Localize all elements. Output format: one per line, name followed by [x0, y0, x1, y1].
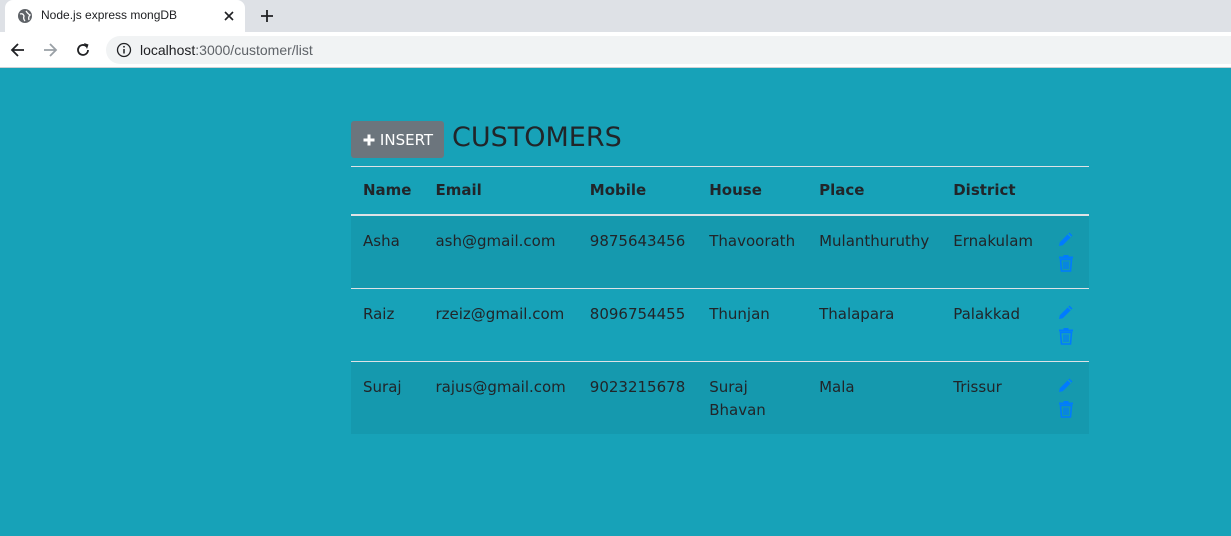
new-tab-icon[interactable] [257, 6, 277, 26]
column-header-house: House [697, 166, 808, 216]
trash-icon[interactable] [1057, 400, 1077, 420]
cell-actions [1045, 360, 1090, 434]
cell-email: rajus@gmail.com [423, 360, 578, 434]
pencil-icon[interactable] [1057, 230, 1077, 250]
cell-district: Trissur [941, 360, 1046, 434]
cell-mobile: 8096754455 [577, 287, 698, 361]
tab-title: Node.js express mongDB [41, 8, 178, 22]
info-icon[interactable] [116, 42, 132, 58]
close-icon[interactable] [221, 8, 237, 24]
cell-district: Ernakulam [941, 214, 1046, 288]
customer-table: Name Email Mobile House Place District A… [351, 166, 1090, 434]
cell-house: Suraj Bhavan [697, 360, 808, 434]
trash-icon[interactable] [1057, 327, 1077, 347]
cell-mobile: 9875643456 [577, 214, 698, 288]
url-host: localhost [140, 42, 196, 58]
insert-button[interactable]: INSERT [351, 121, 444, 158]
cell-actions [1045, 287, 1090, 361]
cell-name: Asha [351, 214, 424, 288]
url-path: :3000/customer/list [195, 42, 313, 58]
browser-toolbar: localhost:3000/customer/list [0, 32, 1231, 68]
cell-place: Mala [807, 360, 942, 434]
pencil-icon[interactable] [1057, 303, 1077, 323]
pencil-icon[interactable] [1057, 376, 1077, 396]
table-row: Suraj rajus@gmail.com 9023215678 Suraj B… [351, 360, 1090, 434]
browser-tab[interactable]: Node.js express mongDB [5, 0, 245, 32]
cell-actions [1045, 214, 1090, 288]
customer-list-panel: INSERT CUSTOMERS Name Email Mobile House… [351, 120, 1090, 434]
cell-house: Thavoorath [697, 214, 808, 288]
trash-icon[interactable] [1057, 254, 1077, 274]
address-bar[interactable]: localhost:3000/customer/list [106, 36, 1231, 64]
url-text: localhost:3000/customer/list [140, 42, 313, 58]
cell-name: Raiz [351, 287, 424, 361]
forward-arrow-icon[interactable] [40, 40, 60, 60]
table-row: Asha ash@gmail.com 9875643456 Thavoorath… [351, 214, 1090, 288]
page-title: CUSTOMERS [452, 122, 622, 153]
heading-row: INSERT CUSTOMERS [351, 120, 1052, 166]
cell-name: Suraj [351, 360, 424, 434]
cell-district: Palakkad [941, 287, 1046, 361]
column-header-actions [1045, 166, 1090, 216]
cell-place: Mulanthuruthy [807, 214, 942, 288]
plus-icon [363, 134, 375, 145]
cell-email: ash@gmail.com [423, 214, 578, 288]
table-header-row: Name Email Mobile House Place District [351, 166, 1090, 216]
globe-icon [17, 8, 33, 24]
column-header-email: Email [423, 166, 578, 216]
table-row: Raiz rzeiz@gmail.com 8096754455 Thunjan … [351, 287, 1090, 361]
insert-label: INSERT [379, 130, 434, 149]
cell-place: Thalapara [807, 287, 942, 361]
column-header-district: District [941, 166, 1046, 216]
column-header-name: Name [351, 166, 424, 216]
column-header-mobile: Mobile [577, 166, 698, 216]
reload-icon[interactable] [73, 40, 93, 60]
column-header-place: Place [807, 166, 942, 216]
cell-house: Thunjan [697, 287, 808, 361]
cell-email: rzeiz@gmail.com [423, 287, 578, 361]
back-arrow-icon[interactable] [8, 40, 28, 60]
browser-tabstrip: Node.js express mongDB [0, 0, 1231, 32]
cell-mobile: 9023215678 [577, 360, 698, 434]
